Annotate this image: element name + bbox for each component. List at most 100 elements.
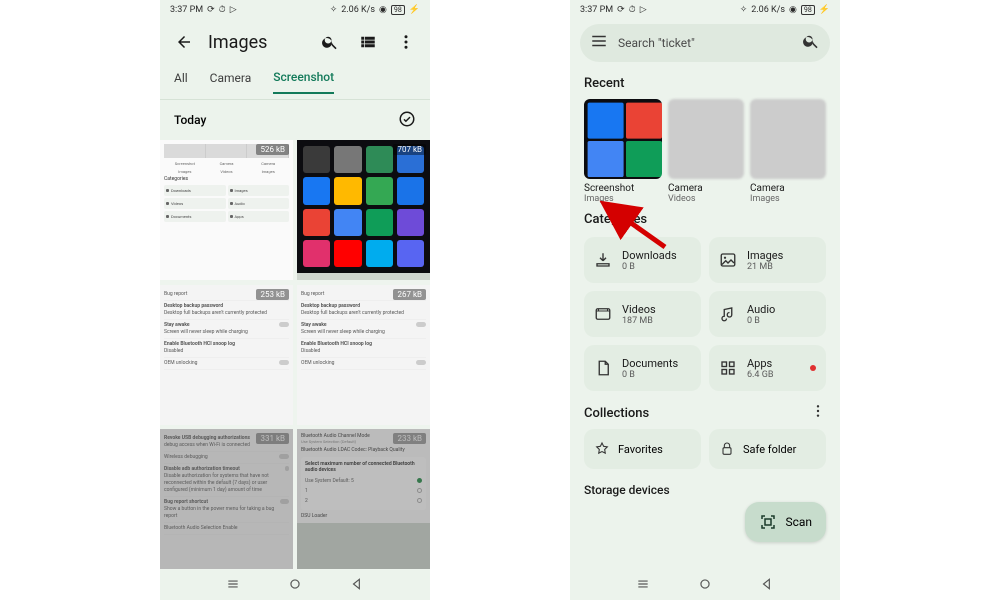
file-size-badge: 233 kB	[393, 433, 426, 444]
tab-screenshot[interactable]: Screenshot	[273, 70, 334, 94]
recent-row: Screenshot Images Camera Videos Camera I…	[570, 95, 840, 208]
view-list-icon	[359, 33, 377, 51]
tab-camera[interactable]: Camera	[210, 71, 252, 93]
search-button[interactable]	[316, 28, 344, 56]
collections-more[interactable]	[810, 403, 826, 423]
home-icon	[288, 577, 302, 591]
category-images[interactable]: Images21 MB	[709, 237, 826, 283]
recent-item-camera-image[interactable]: Camera Images	[750, 99, 826, 204]
file-size-badge: 253 kB	[256, 289, 289, 300]
nav-recent[interactable]	[636, 576, 650, 595]
image-icon	[719, 251, 737, 269]
hamburger-icon	[590, 32, 608, 50]
nav-back[interactable]	[760, 576, 774, 595]
category-downloads[interactable]: Downloads0 B	[584, 237, 701, 283]
vibrate-icon: ✧	[330, 5, 338, 15]
nav-back[interactable]	[350, 576, 364, 595]
system-nav-bar	[570, 570, 840, 600]
mini-label: Camera	[206, 161, 248, 167]
collections-heading: Collections	[584, 406, 649, 421]
category-apps[interactable]: Apps6.4 GB	[709, 345, 826, 391]
search-hint: Search "ticket"	[618, 36, 792, 50]
star-icon	[594, 441, 610, 457]
system-nav-bar	[160, 570, 430, 600]
thumb-6[interactable]: Bluetooth Audio Channel Mode Use System …	[297, 429, 430, 569]
thumb-1[interactable]: Screenshot Camera Camera Images Videos I…	[160, 140, 293, 280]
recent-heading: Recent	[570, 72, 840, 95]
audio-icon	[719, 305, 737, 323]
screenshot-grid[interactable]: Screenshot Camera Camera Images Videos I…	[160, 140, 430, 570]
mini-label: Screenshot	[164, 161, 206, 167]
collections-section: Collections Favorites Safe folder	[570, 397, 840, 475]
net-speed: 2.06 K/s	[751, 5, 785, 15]
document-icon	[594, 359, 612, 377]
tab-all[interactable]: All	[174, 71, 188, 93]
thumb-2[interactable]: 707 kB	[297, 140, 430, 280]
scan-fab[interactable]: Scan	[745, 502, 826, 542]
storage-heading: Storage devices	[570, 479, 840, 501]
section-today: Today	[160, 100, 430, 140]
categories-grid: Downloads0 B Images21 MB Videos187 MB Au…	[570, 231, 840, 397]
search-icon	[321, 33, 339, 51]
more-button[interactable]	[392, 28, 420, 56]
video-icon	[594, 305, 612, 323]
play-icon: ▷	[230, 5, 237, 15]
recent-item-screenshot[interactable]: Screenshot Images	[584, 99, 662, 204]
search-bar[interactable]: Search "ticket"	[580, 24, 830, 62]
back-icon	[350, 577, 364, 591]
recent-item-camera-video[interactable]: Camera Videos	[668, 99, 744, 204]
select-all-button[interactable]	[398, 110, 416, 131]
mini-heading: Categories	[164, 176, 289, 183]
category-videos[interactable]: Videos187 MB	[584, 291, 701, 337]
thumb-3[interactable]: Bug report Desktop backup passwordDeskto…	[160, 285, 293, 425]
wifi-icon: ◉	[379, 5, 387, 15]
scan-icon	[759, 513, 777, 531]
clock-icon: ⏱	[629, 5, 636, 15]
net-speed: 2.06 K/s	[341, 5, 375, 15]
category-audio[interactable]: Audio0 B	[709, 291, 826, 337]
thumb-5[interactable]: Revoke USB debugging authorizationsdebug…	[160, 429, 293, 569]
nav-home[interactable]	[288, 576, 302, 595]
vibrate-icon: ✧	[740, 5, 748, 15]
charging-icon: ⚡	[819, 5, 830, 15]
page-title: Images	[208, 32, 267, 53]
status-time: 3:37 PM	[170, 5, 203, 15]
file-size-badge: 526 kB	[256, 144, 289, 155]
mini-label: Camera	[247, 161, 289, 167]
wifi-icon: ◉	[789, 5, 797, 15]
search-icon	[802, 32, 820, 50]
collection-favorites[interactable]: Favorites	[584, 429, 701, 469]
apps-notification-dot	[810, 365, 816, 371]
play-icon: ▷	[640, 5, 647, 15]
thumb-4[interactable]: Bug report Desktop backup passwordDeskto…	[297, 285, 430, 425]
battery-icon: 98	[801, 5, 815, 15]
view-list-button[interactable]	[354, 28, 382, 56]
clock-icon: ⏱	[219, 5, 226, 15]
categories-heading: Categories	[570, 208, 840, 231]
more-vert-icon	[810, 403, 826, 419]
section-label: Today	[174, 113, 206, 127]
category-documents[interactable]: Documents0 B	[584, 345, 701, 391]
charging-icon: ⚡	[409, 5, 420, 15]
lock-icon	[719, 441, 735, 457]
battery-icon: 98	[391, 5, 405, 15]
file-size-badge: 267 kB	[393, 289, 426, 300]
image-tabs: All Camera Screenshot	[160, 64, 430, 100]
file-size-badge: 707 kB	[393, 144, 426, 155]
apps-icon	[719, 359, 737, 377]
home-icon	[698, 577, 712, 591]
collection-safe-folder[interactable]: Safe folder	[709, 429, 826, 469]
status-time: 3:37 PM	[580, 5, 613, 15]
search-action[interactable]	[802, 32, 820, 54]
images-header: Images	[160, 20, 430, 64]
menu-button[interactable]	[590, 32, 608, 54]
nav-recent[interactable]	[226, 576, 240, 595]
back-icon	[760, 577, 774, 591]
mini-label: Videos	[206, 169, 248, 175]
check-circle-icon	[398, 110, 416, 128]
sync-icon: ⟳	[617, 5, 625, 15]
download-icon	[594, 251, 612, 269]
nav-home[interactable]	[698, 576, 712, 595]
more-vert-icon	[397, 33, 415, 51]
back-button[interactable]	[170, 28, 198, 56]
